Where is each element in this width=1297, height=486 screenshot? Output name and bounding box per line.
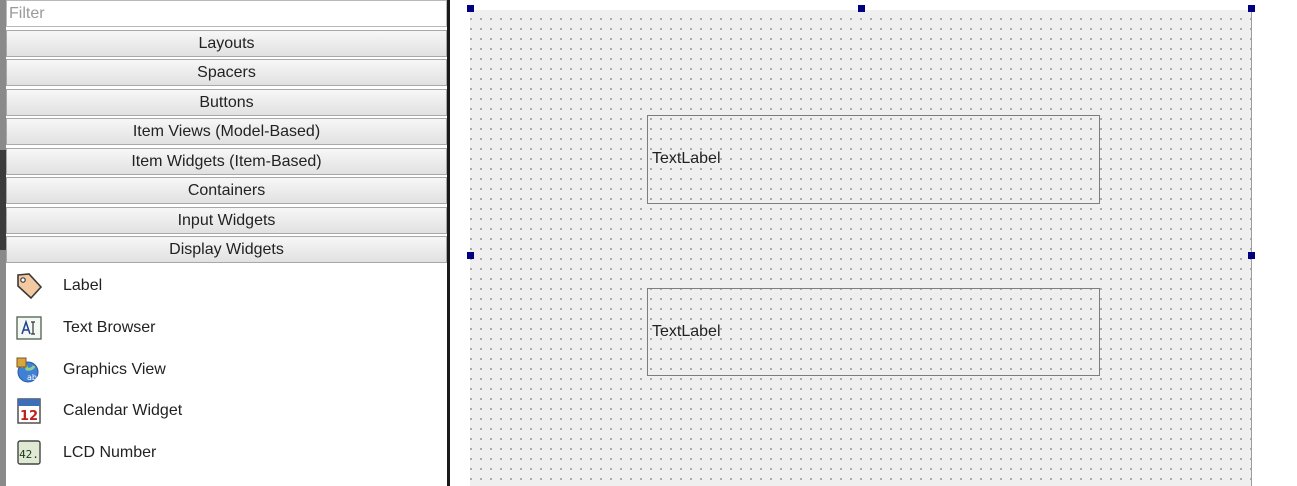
calendar-icon: 12 [17, 398, 41, 424]
widget-item-name: Text Browser [63, 319, 156, 336]
widget-item-name: Graphics View [63, 361, 166, 378]
widget-item-graphics-view[interactable]: abc Graphics View [14, 352, 434, 388]
text-label-text: TextLabel [652, 150, 721, 167]
text-label-widget-1[interactable]: TextLabel [647, 115, 1100, 204]
svg-text:abc: abc [27, 373, 41, 382]
text-browser-icon [16, 316, 42, 340]
category-containers[interactable]: Containers [6, 177, 447, 204]
category-display-widgets[interactable]: Display Widgets [6, 236, 447, 263]
widget-item-label[interactable]: Label [14, 268, 434, 304]
calendar-icon-number: 12 [20, 409, 38, 424]
filter-input[interactable] [6, 0, 447, 27]
widget-item-lcd-number[interactable]: 42. LCD Number [14, 435, 434, 471]
category-input-widgets[interactable]: Input Widgets [6, 207, 447, 234]
lcd-icon-digits: 42. [19, 448, 39, 461]
resize-handle-left[interactable] [467, 252, 474, 259]
resize-handle-top-right[interactable] [1248, 5, 1255, 12]
graphics-view-icon: abc [16, 357, 41, 383]
label-tag-icon [17, 273, 43, 300]
widget-item-text-browser[interactable]: Text Browser [14, 310, 434, 346]
text-label-widget-2[interactable]: TextLabel [647, 288, 1100, 376]
widget-item-name: LCD Number [63, 444, 157, 461]
panel-divider [447, 0, 454, 486]
lcd-number-icon: 42. [17, 440, 41, 465]
form-canvas[interactable]: TextLabel TextLabel [470, 10, 1252, 486]
widget-box-panel: Layouts Spacers Buttons Item Views (Mode… [6, 0, 447, 486]
resize-handle-top-left[interactable] [467, 5, 474, 12]
category-spacers[interactable]: Spacers [6, 59, 447, 86]
divider-line [447, 0, 450, 486]
category-buttons[interactable]: Buttons [6, 89, 447, 116]
widget-item-name: Calendar Widget [63, 402, 183, 419]
text-label-text: TextLabel [652, 323, 721, 340]
widget-item-name: Label [63, 277, 103, 294]
category-item-views[interactable]: Item Views (Model-Based) [6, 118, 447, 145]
category-item-widgets[interactable]: Item Widgets (Item-Based) [6, 148, 447, 175]
widget-item-calendar-widget[interactable]: 12 Calendar Widget [14, 393, 434, 429]
category-layouts[interactable]: Layouts [6, 30, 447, 57]
resize-handle-top[interactable] [858, 5, 865, 12]
resize-handle-right[interactable] [1248, 252, 1255, 259]
